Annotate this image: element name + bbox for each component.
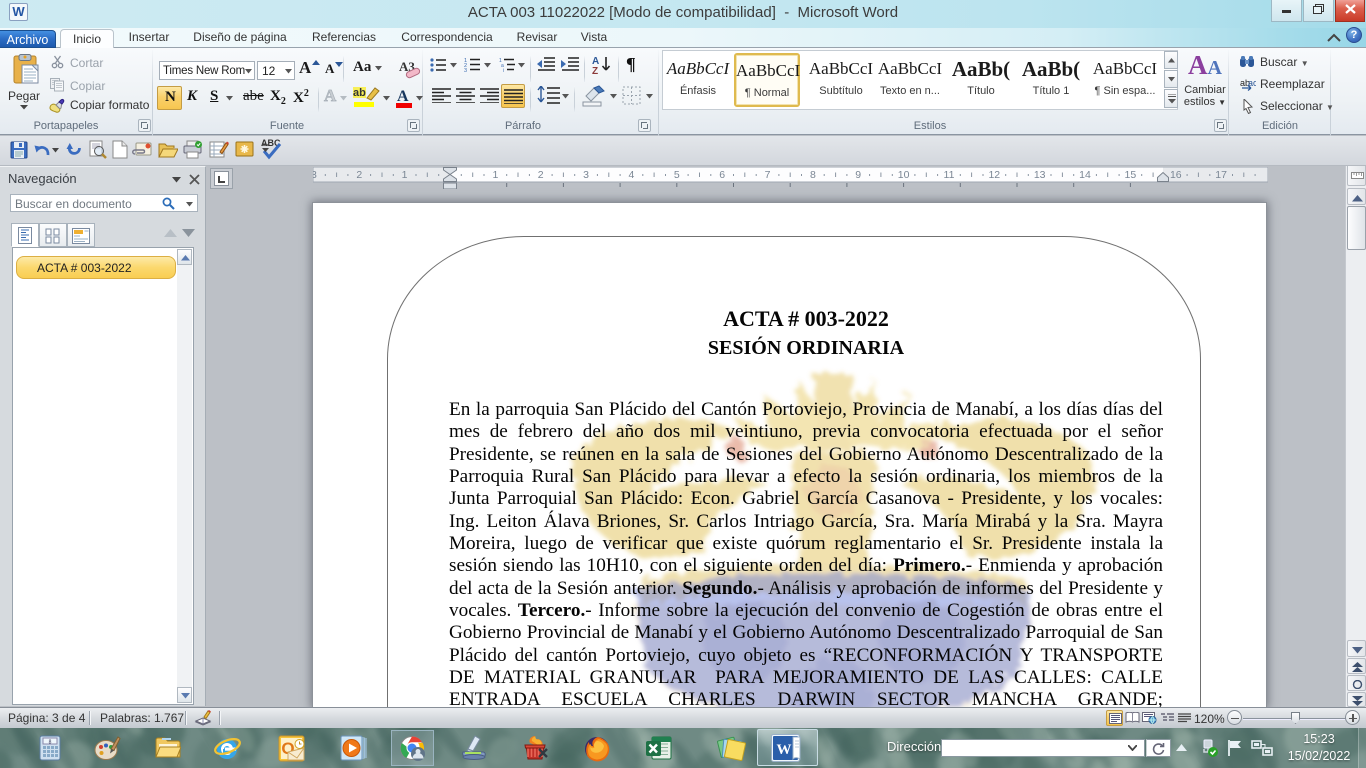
svg-text:1: 1 bbox=[492, 169, 498, 181]
svg-text:3: 3 bbox=[313, 169, 317, 181]
svg-text:17: 17 bbox=[1215, 169, 1227, 181]
svg-text:3: 3 bbox=[583, 169, 589, 181]
svg-text:2: 2 bbox=[356, 169, 362, 181]
svg-text:12: 12 bbox=[988, 169, 1000, 181]
svg-text:4: 4 bbox=[628, 169, 634, 181]
svg-text:8: 8 bbox=[810, 169, 816, 181]
svg-text:3: 3 bbox=[464, 68, 467, 72]
svg-text:16: 16 bbox=[1170, 169, 1182, 181]
svg-text:15: 15 bbox=[1125, 169, 1137, 181]
svg-text:Z: Z bbox=[592, 66, 598, 75]
svg-text:14: 14 bbox=[1079, 169, 1091, 181]
svg-text:5: 5 bbox=[674, 169, 680, 181]
svg-text:i: i bbox=[503, 68, 504, 72]
svg-text:7: 7 bbox=[765, 169, 771, 181]
svg-text:9: 9 bbox=[855, 169, 861, 181]
svg-text:6: 6 bbox=[719, 169, 725, 181]
svg-text:11: 11 bbox=[944, 169, 955, 181]
svg-text:10: 10 bbox=[898, 169, 910, 181]
svg-text:1: 1 bbox=[402, 169, 408, 181]
svg-text:ac: ac bbox=[1248, 78, 1256, 88]
svg-text:W: W bbox=[777, 742, 792, 758]
svg-text:2: 2 bbox=[538, 169, 544, 181]
svg-text:A: A bbox=[397, 88, 409, 105]
svg-text:13: 13 bbox=[1034, 169, 1046, 181]
svg-text:ab: ab bbox=[353, 87, 366, 99]
svg-text:8: 8 bbox=[49, 740, 52, 746]
